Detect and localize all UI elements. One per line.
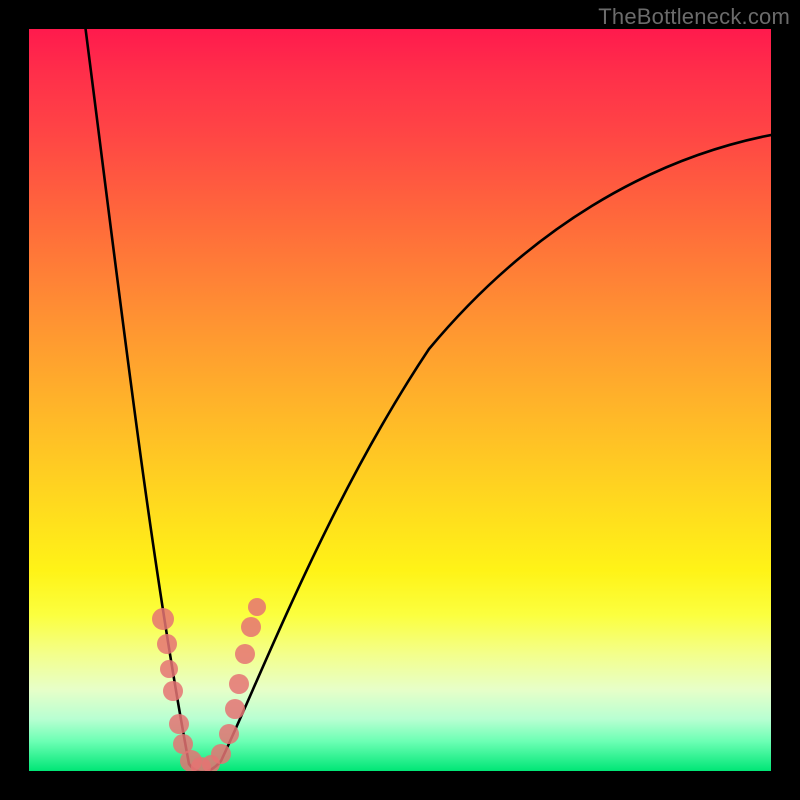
data-point <box>229 674 249 694</box>
data-point <box>211 744 231 764</box>
data-point <box>152 608 174 630</box>
data-point <box>160 660 178 678</box>
data-points <box>152 598 266 771</box>
data-point <box>219 724 239 744</box>
data-point <box>163 681 183 701</box>
data-point <box>157 634 177 654</box>
watermark-text: TheBottleneck.com <box>598 4 790 30</box>
data-point <box>169 714 189 734</box>
data-point <box>235 644 255 664</box>
outer-frame: TheBottleneck.com <box>0 0 800 800</box>
data-point <box>248 598 266 616</box>
data-point <box>225 699 245 719</box>
bottleneck-curve <box>83 29 771 771</box>
plot-area <box>29 29 771 771</box>
chart-svg <box>29 29 771 771</box>
data-point <box>241 617 261 637</box>
